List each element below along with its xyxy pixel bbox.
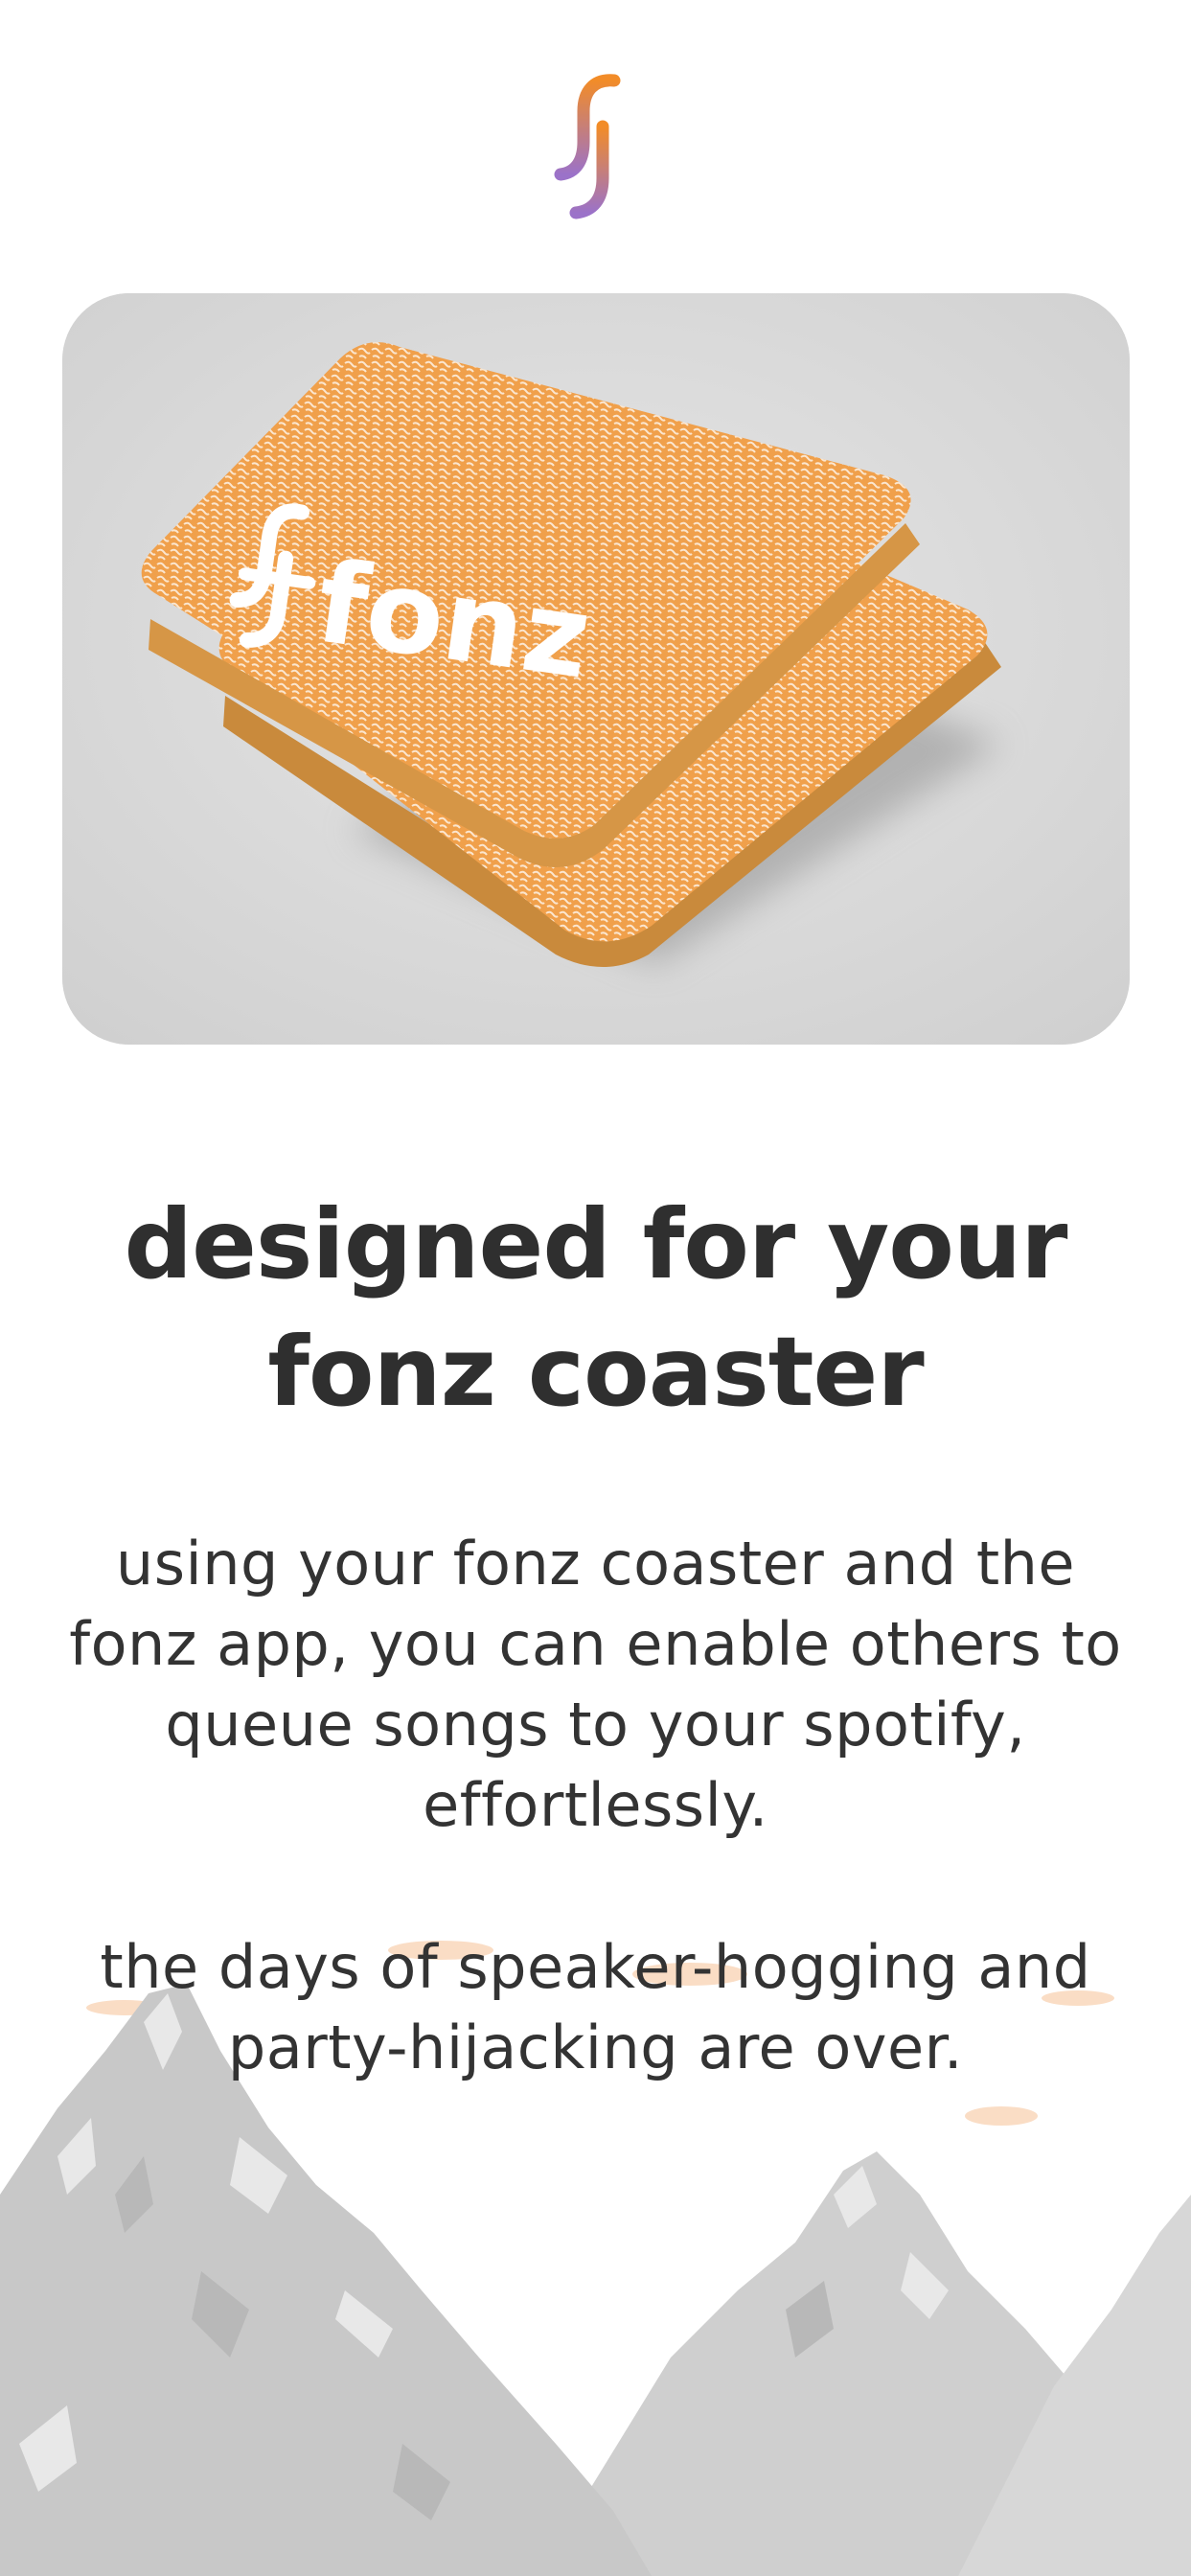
tagline-paragraph: the days of speaker-hogging and party-hi… [100, 1932, 1091, 2082]
coaster-hero-image: fonz [62, 293, 1130, 1045]
fonz-logo-icon [547, 73, 643, 220]
description-paragraph: using your fonz coaster and the fonz app… [69, 1529, 1122, 1840]
page-headline: designed for your fonz coaster [124, 1188, 1068, 1428]
onboarding-page: fonz designed for your fonz coaster usin… [0, 0, 1191, 2576]
